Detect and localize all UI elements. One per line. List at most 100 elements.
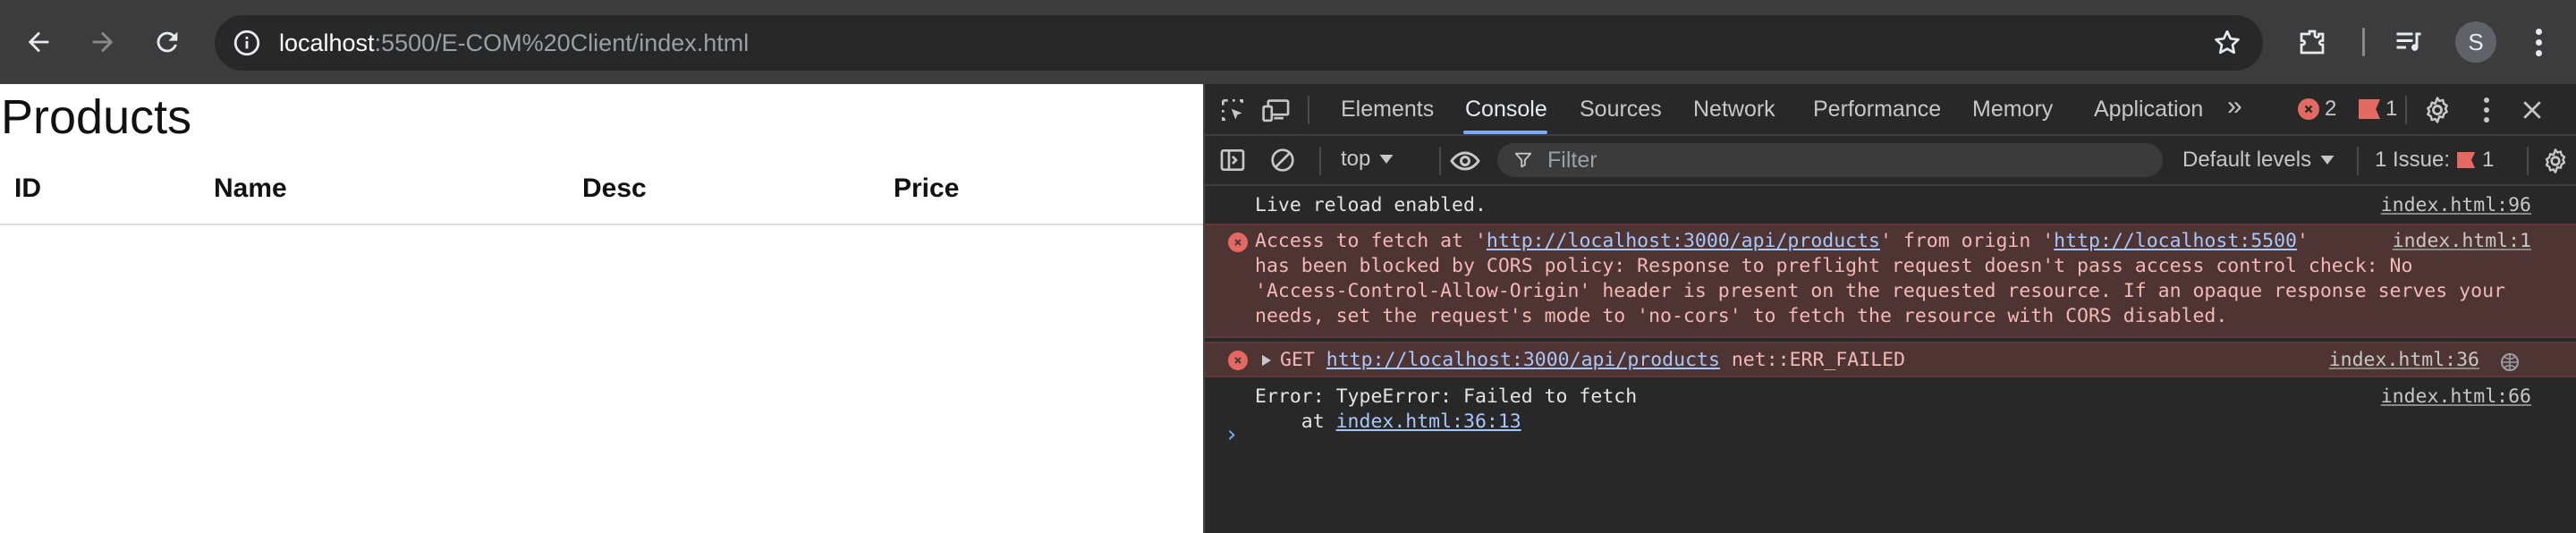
close-devtools-button[interactable] (2516, 94, 2548, 126)
clear-console-button[interactable] (1267, 145, 1298, 175)
caret-down-icon (2320, 156, 2334, 165)
reload-icon (157, 31, 178, 53)
reload-button[interactable] (147, 21, 188, 63)
context-value: top (1341, 147, 1371, 171)
console-message-network-error: GET http://localhost:3000/api/products n… (1205, 342, 2576, 377)
text-fragment: ' from origin ' (1880, 230, 2055, 252)
device-mode-icon (1262, 99, 1290, 123)
toolbar-separator (1439, 147, 1441, 175)
log-levels-value: Default levels (2182, 148, 2312, 172)
tab-sources[interactable]: Sources (1580, 97, 1662, 123)
error-status: net::ERR_FAILED (1731, 349, 1906, 371)
caret-down-icon (1379, 155, 1394, 164)
expand-triangle-icon[interactable] (1262, 354, 1271, 367)
message-text-line: 'Access-Control-Allow-Origin' header is … (1255, 280, 2505, 302)
warning-count-badge[interactable]: 1 (2359, 97, 2397, 122)
message-source-link[interactable]: index.html:66 (2381, 385, 2531, 410)
message-source-link[interactable]: index.html:96 (2381, 193, 2531, 218)
avatar-initial: S (2468, 28, 2484, 55)
message-source-link[interactable]: index.html:1 (2393, 229, 2531, 254)
request-url-link[interactable]: http://localhost:3000/api/products (1326, 349, 1720, 371)
console-message-error: Access to fetch at 'http://localhost:300… (1205, 224, 2576, 338)
column-header-price: Price (894, 173, 960, 203)
error-count: 2 (2325, 97, 2337, 121)
tab-separator (2405, 96, 2407, 124)
sidebar-icon (1220, 149, 1245, 171)
message-text-line: GET http://localhost:3000/api/products n… (1280, 348, 1905, 373)
message-text-line: Error: TypeError: Failed to fetch (1255, 385, 1638, 408)
console-output[interactable]: Live reload enabled. index.html:96 Acces… (1205, 188, 2576, 533)
info-icon (233, 30, 260, 56)
browser-menu-button[interactable] (2521, 21, 2556, 63)
toolbar-divider (2362, 28, 2365, 56)
message-text-line: Access to fetch at 'http://localhost:300… (1255, 229, 2309, 254)
inspect-element-button[interactable] (1217, 95, 1248, 125)
filter-funnel-icon (1514, 152, 1532, 168)
puzzle-icon (2300, 30, 2325, 55)
request-url-link[interactable]: http://localhost:3000/api/products (1487, 230, 1880, 252)
tab-application[interactable]: Application (2094, 97, 2203, 123)
issues-count: 1 (2482, 148, 2495, 172)
stack-frame-link[interactable]: index.html:36:13 (1336, 410, 1521, 433)
tab-performance[interactable]: Performance (1813, 97, 1941, 123)
devtools-tab-bar: Elements Console Sources Network Perform… (1205, 84, 2576, 136)
column-header-desc: Desc (582, 173, 647, 203)
address-bar[interactable]: localhost:5500/E-COM%20Client/index.html (215, 15, 2263, 71)
dot (2484, 107, 2489, 113)
url-path: :5500/E-COM%20Client/index.html (374, 30, 750, 56)
message-text-line: has been blocked by CORS policy: Respons… (1255, 255, 2413, 277)
console-filter-input[interactable]: Filter (1497, 143, 2163, 177)
message-text-line: needs, set the request's mode to 'no-cor… (1255, 305, 2228, 327)
show-sidebar-button[interactable] (1217, 145, 1248, 175)
device-toolbar-button[interactable] (1260, 95, 1292, 125)
dot (2535, 28, 2542, 35)
settings-button[interactable] (2420, 93, 2454, 127)
live-expression-button[interactable] (1447, 146, 1483, 176)
network-request-icon[interactable] (2499, 351, 2521, 373)
toolbar-separator (2357, 147, 2359, 175)
console-toolbar: top Filter Default levels 1 Issue: 1 (1205, 136, 2576, 186)
text-fragment: ' (2297, 230, 2309, 252)
gear-icon (2427, 97, 2448, 123)
message-text: Live reload enabled. (1255, 194, 1487, 216)
dot (2484, 117, 2489, 123)
issue-flag-icon (2359, 99, 2380, 119)
forward-button[interactable] (82, 21, 123, 63)
origin-url-link[interactable]: http://localhost:5500 (2054, 230, 2297, 252)
site-info-button[interactable] (229, 25, 265, 61)
more-tabs-button[interactable]: » (2227, 91, 2242, 122)
tab-console[interactable]: Console (1465, 97, 1547, 123)
inspect-icon (1222, 99, 1243, 121)
back-button[interactable] (18, 21, 59, 63)
profile-avatar[interactable]: S (2455, 21, 2496, 63)
text-fragment: at (1255, 410, 1336, 433)
column-header-name: Name (214, 173, 287, 203)
close-icon (2523, 101, 2541, 119)
stack-trace-line: at index.html:36:13 (1255, 410, 1521, 435)
error-icon (2298, 98, 2319, 120)
tab-network[interactable]: Network (1693, 97, 1775, 123)
context-selector[interactable]: top (1341, 147, 1394, 172)
dot (2484, 97, 2489, 103)
console-message-log: Live reload enabled. index.html:96 (1205, 188, 2576, 224)
console-settings-button[interactable] (2539, 145, 2572, 177)
extensions-button[interactable] (2292, 22, 2332, 62)
issues-label: 1 Issue: (2375, 148, 2451, 172)
page-title: Products (1, 90, 192, 144)
tab-elements[interactable]: Elements (1341, 97, 1434, 123)
console-prompt[interactable]: › (1224, 422, 1239, 447)
media-control-button[interactable] (2389, 22, 2428, 62)
console-message-log: Error: TypeError: Failed to fetch at ind… (1205, 379, 2576, 433)
message-source-link[interactable]: index.html:36 (2329, 348, 2479, 373)
tab-memory[interactable]: Memory (1972, 97, 2053, 123)
issues-counter[interactable]: 1 Issue: 1 (2375, 148, 2494, 173)
error-count-badge[interactable]: 2 (2298, 97, 2336, 122)
error-icon (1228, 233, 1248, 252)
queue-music-icon (2396, 32, 2421, 51)
toolbar-separator (2527, 147, 2529, 175)
bookmark-star-icon[interactable] (2211, 27, 2243, 59)
log-levels-dropdown[interactable]: Default levels (2182, 148, 2334, 173)
browser-toolbar: localhost:5500/E-COM%20Client/index.html… (0, 0, 2576, 84)
devtools-menu-button[interactable] (2473, 93, 2500, 127)
toolbar-separator (1319, 147, 1321, 175)
